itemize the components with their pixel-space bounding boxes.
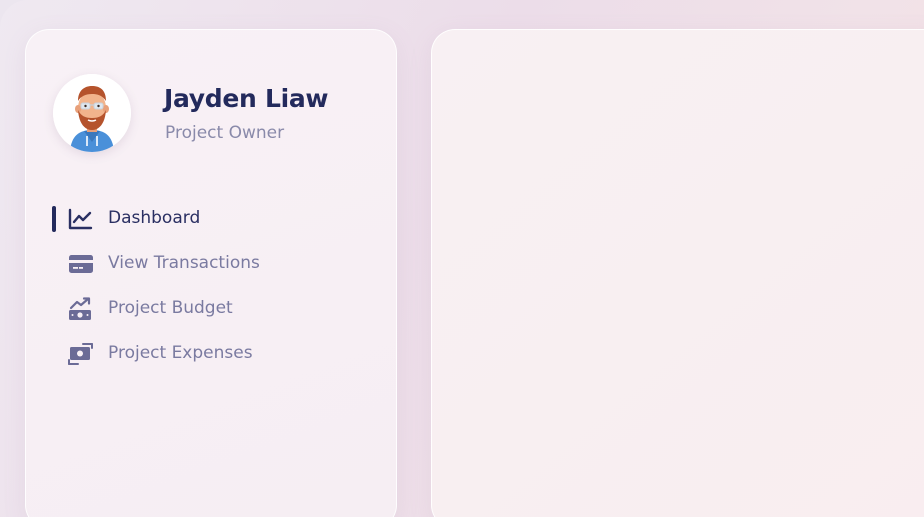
credit-card-icon [68,252,94,276]
sidebar-item-view-transactions[interactable]: View Transactions [26,245,396,290]
avatar[interactable] [53,74,131,152]
money-exchange-icon [68,342,94,366]
sidebar-item-label: Dashboard [108,208,201,228]
line-chart-icon [68,207,94,231]
user-role: Project Owner [165,123,285,143]
sidebar-item-dashboard[interactable]: Dashboard [26,200,396,245]
sidebar-item-label: View Transactions [108,253,260,273]
active-indicator [52,206,56,232]
bearded-man-avatar-icon [53,74,131,152]
sidebar-item-project-expenses[interactable]: Project Expenses [26,335,396,380]
main-content-panel [431,29,924,517]
money-growth-icon [68,297,94,321]
sidebar-nav: Dashboard View Transactions Project Budg… [26,200,396,380]
sidebar-item-label: Project Expenses [108,343,253,363]
sidebar-item-label: Project Budget [108,298,233,318]
sidebar-item-project-budget[interactable]: Project Budget [26,290,396,335]
sidebar: Jayden Liaw Project Owner Dashboard View… [25,29,397,517]
user-name: Jayden Liaw [164,84,329,113]
